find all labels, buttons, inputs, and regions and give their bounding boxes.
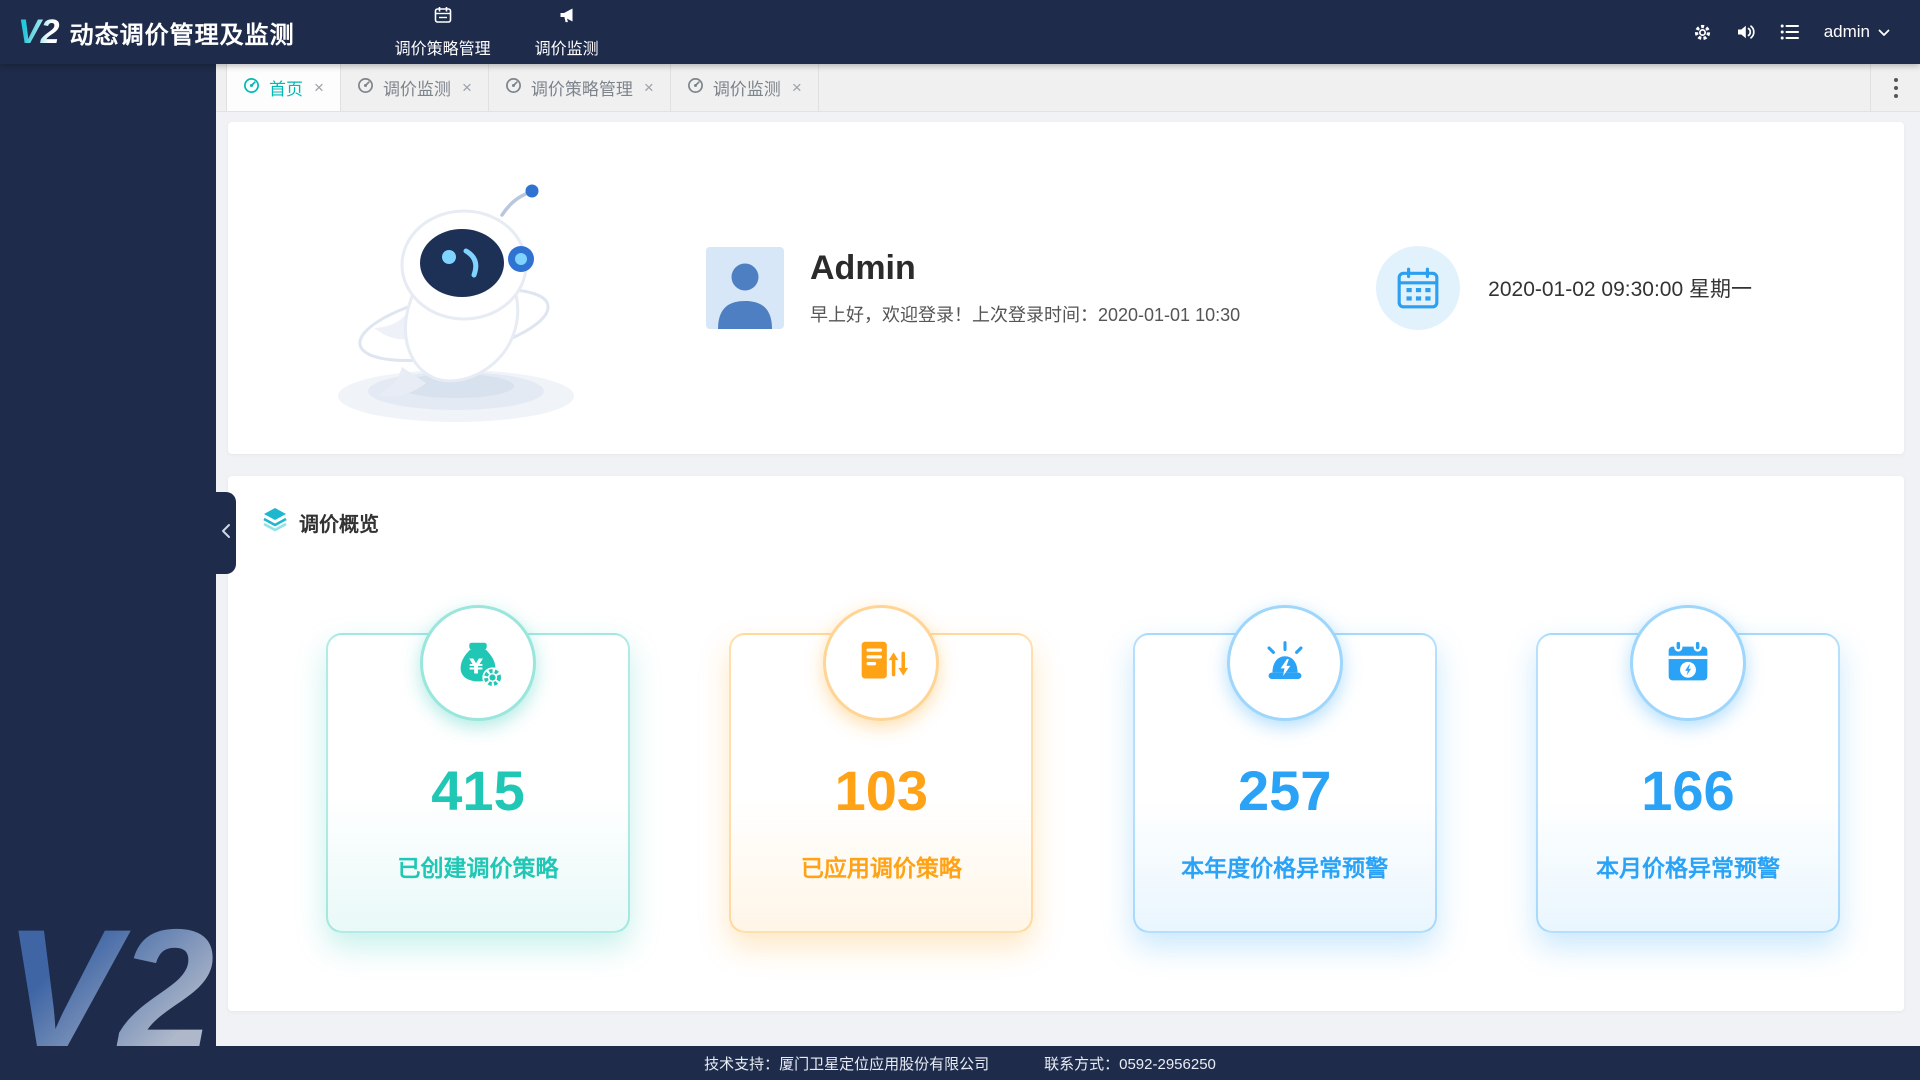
- stat-value: 257: [1237, 759, 1332, 822]
- tab-close-icon[interactable]: ×: [462, 79, 472, 96]
- calendar-alert-stat-icon: [1629, 605, 1746, 721]
- tab-label: 首页: [269, 80, 303, 99]
- tab-close-icon[interactable]: ×: [644, 79, 654, 96]
- menu-item-label: 调价监测: [534, 41, 599, 58]
- chevron-left-icon: [221, 523, 231, 544]
- tab-label: 调价监测: [712, 80, 781, 99]
- tab-options-button[interactable]: [1870, 64, 1920, 111]
- watermark-logo: V2: [4, 904, 214, 1046]
- stat-value: 415: [431, 759, 525, 822]
- tab-page-icon: [357, 77, 374, 99]
- sidebar-collapse-handle[interactable]: [216, 492, 236, 574]
- tab-home[interactable]: 首页 ×: [226, 64, 341, 111]
- tab-page-icon: [243, 77, 260, 99]
- overview-card: 调价概览 ¥ 415 已创建调价策略 103 已应用调价策略 257 本年度价格…: [228, 476, 1904, 1011]
- tab-close-icon[interactable]: ×: [792, 79, 802, 96]
- avatar: [706, 247, 784, 329]
- svg-text:¥: ¥: [469, 655, 483, 679]
- stat-label: 本年度价格异常预警: [1181, 855, 1389, 881]
- tab-bar: 首页 × 调价监测 × 调价策略管理 × 调价监测 ×: [216, 64, 1920, 112]
- stats-row: ¥ 415 已创建调价策略 103 已应用调价策略 257 本年度价格异常预警: [262, 605, 1904, 933]
- sidebar: V2: [0, 64, 216, 1046]
- tab-label: 调价监测: [382, 80, 451, 99]
- footer: 技术支持：厦门卫星定位应用股份有限公司 联系方式：0592-2956250: [0, 1046, 1920, 1080]
- tab-price-monitor-1[interactable]: 调价监测 ×: [341, 64, 489, 111]
- stat-label: 已应用调价策略: [800, 855, 962, 881]
- overview-header: 调价概览: [262, 506, 1904, 538]
- applied-strategy-stat-icon: [823, 605, 940, 721]
- strategy-calendar-icon: [433, 5, 453, 30]
- stat-card-monthly-alerts: 166 本月价格异常预警: [1535, 605, 1840, 933]
- stat-label: 已创建调价策略: [397, 855, 559, 881]
- tab-page-icon: [687, 77, 704, 99]
- siren-alert-stat-icon: [1226, 605, 1343, 721]
- welcome-username: Admin: [810, 249, 916, 287]
- welcome-card: Admin 早上好，欢迎登录！上次登录时间：2020-01-01 10:30 2…: [228, 122, 1904, 454]
- overview-title: 调价概览: [299, 513, 379, 536]
- megaphone-icon: [557, 5, 577, 30]
- footer-contact-text: 联系方式：0592-2956250: [1044, 1055, 1216, 1073]
- calendar-icon: [1376, 246, 1461, 330]
- navbar-actions: admin: [1693, 22, 1920, 42]
- stat-card-applied-strategies: 103 已应用调价策略: [729, 605, 1034, 933]
- stat-value: 103: [834, 759, 929, 822]
- price-strategy-stat-icon: ¥: [420, 605, 536, 721]
- user-dropdown[interactable]: admin: [1824, 22, 1890, 42]
- stat-label: 本月价格异常预警: [1595, 855, 1780, 881]
- mascot-illustration: [306, 153, 606, 438]
- welcome-greeting: 早上好，欢迎登录！上次登录时间：2020-01-01 10:30: [810, 305, 1241, 325]
- tab-page-icon: [505, 77, 522, 99]
- main-content: Admin 早上好，欢迎登录！上次登录时间：2020-01-01 10:30 2…: [216, 112, 1920, 1046]
- app-title: 动态调价管理及监测: [69, 21, 295, 49]
- layers-icon: [262, 506, 288, 538]
- user-info-block: Admin 早上好，欢迎登录！上次登录时间：2020-01-01 10:30: [706, 247, 1240, 329]
- volume-icon[interactable]: [1736, 23, 1756, 41]
- stat-card-yearly-alerts: 257 本年度价格异常预警: [1132, 605, 1437, 933]
- current-datetime: 2020-01-02 09:30:00 星期一: [1488, 278, 1752, 301]
- tab-price-monitor-2[interactable]: 调价监测 ×: [671, 64, 819, 111]
- stat-card-created-strategies: ¥ 415 已创建调价策略: [326, 605, 630, 933]
- app-logo: V2 动态调价管理及监测: [0, 15, 295, 50]
- tab-close-icon[interactable]: ×: [314, 79, 324, 96]
- tab-price-strategy[interactable]: 调价策略管理 ×: [489, 64, 671, 111]
- chevron-down-icon: [1878, 22, 1890, 42]
- footer-support-text: 技术支持：厦门卫星定位应用股份有限公司: [704, 1055, 990, 1073]
- logo-mark: V2: [18, 13, 60, 51]
- top-navbar: V2 动态调价管理及监测 调价策略管理 调价监测 admin: [0, 0, 1920, 64]
- main-menu: 调价策略管理 调价监测: [373, 0, 621, 64]
- stat-value: 166: [1641, 759, 1735, 822]
- menu-item-price-monitor[interactable]: 调价监测: [513, 0, 621, 64]
- menu-item-price-strategy[interactable]: 调价策略管理: [373, 0, 513, 64]
- menu-item-label: 调价策略管理: [394, 41, 491, 58]
- list-icon[interactable]: [1780, 23, 1800, 41]
- tab-label: 调价策略管理: [530, 80, 633, 99]
- datetime-block: 2020-01-02 09:30:00 星期一: [1376, 246, 1752, 330]
- settings-gear-icon[interactable]: [1693, 23, 1712, 42]
- username: admin: [1823, 22, 1870, 41]
